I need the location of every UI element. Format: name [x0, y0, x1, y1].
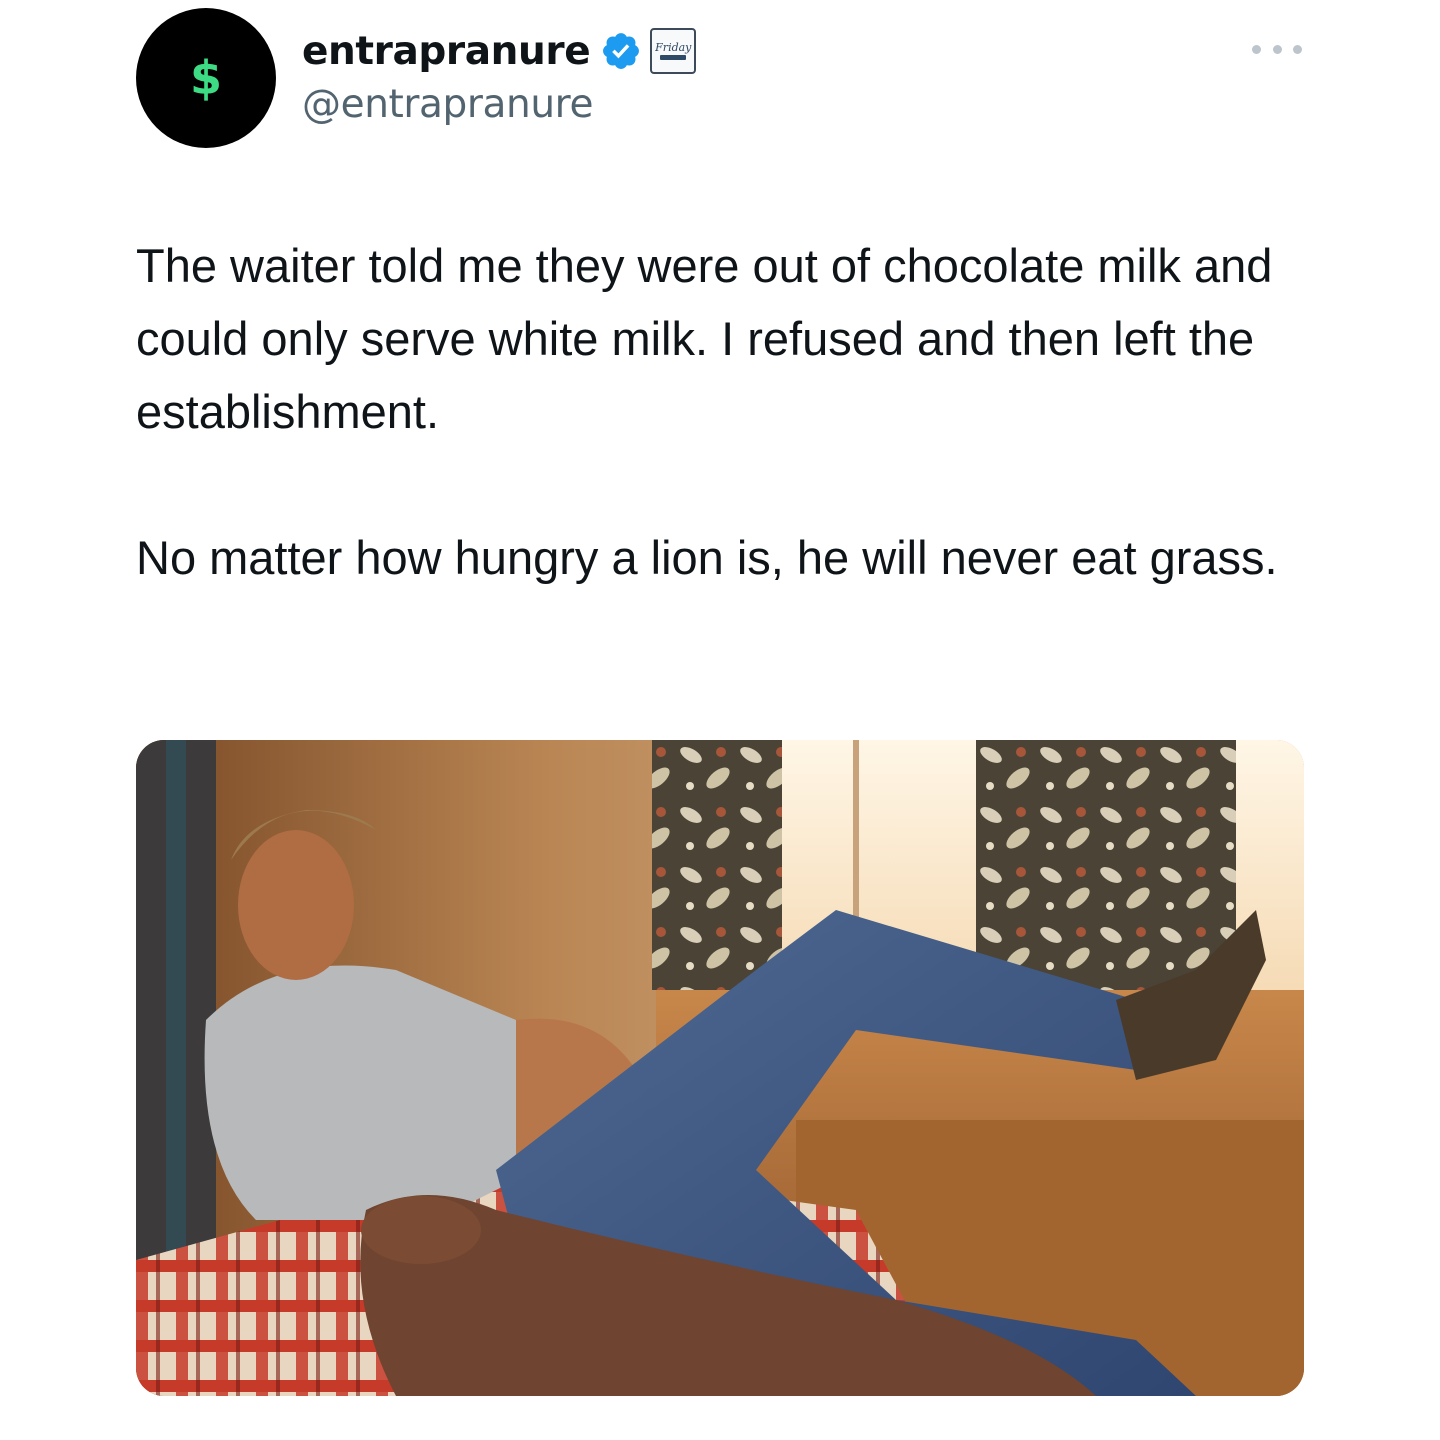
avatar[interactable]: $: [136, 8, 276, 148]
display-name[interactable]: entrapranure: [302, 29, 591, 74]
affiliate-badge-band: [660, 55, 687, 60]
affiliate-badge[interactable]: Friday: [650, 28, 697, 74]
photo-image: [136, 740, 1304, 1396]
author-name-row: entrapranure Friday: [302, 24, 697, 78]
more-dot: [1272, 44, 1282, 54]
more-dot: [1252, 44, 1261, 54]
more-options-icon[interactable]: [1252, 40, 1302, 58]
tweet-photo[interactable]: [136, 740, 1304, 1396]
dollar-sign-icon: $: [189, 51, 222, 105]
affiliate-badge-label: Friday: [655, 41, 692, 54]
author-handle[interactable]: @entrapranure: [302, 82, 593, 127]
more-dot: [1293, 44, 1302, 54]
tweet-text: The waiter told me they were out of choc…: [136, 239, 1278, 584]
verified-badge-icon: [600, 30, 642, 72]
